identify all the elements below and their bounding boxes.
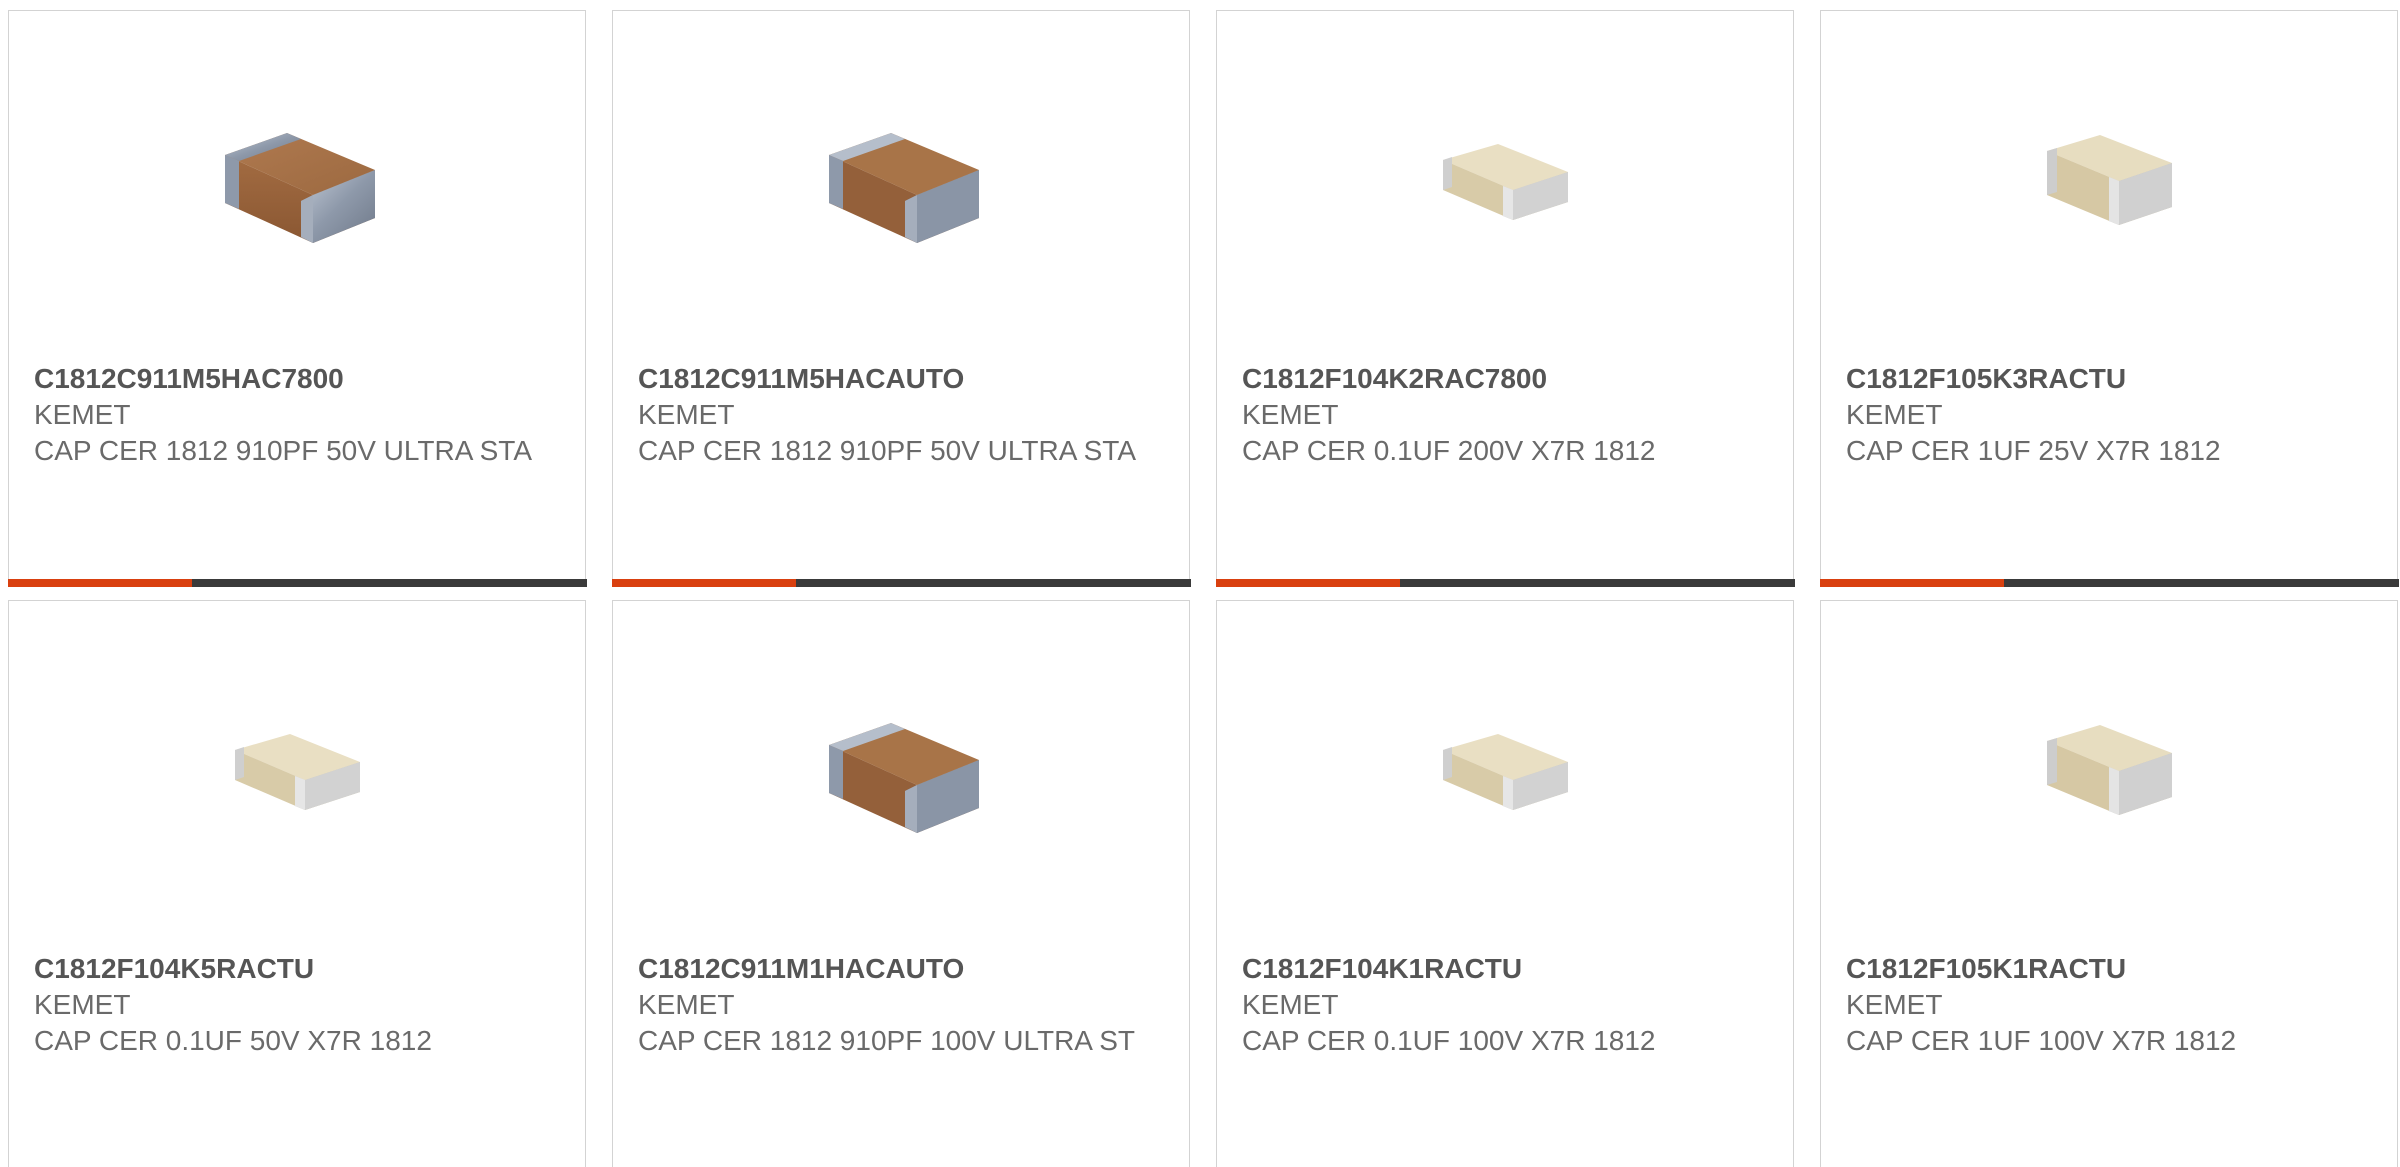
product-card[interactable]: C1812C911M5HAC7800 KEMET CAP CER 1812 91… xyxy=(7,10,587,587)
capacitor-beige-image xyxy=(2006,84,2208,286)
card-accent xyxy=(7,578,192,587)
capacitor-brown-image xyxy=(798,84,1000,286)
card-accent-bar xyxy=(7,578,587,587)
capacitor-beige-image xyxy=(1402,84,1604,286)
card-accent xyxy=(611,578,796,587)
capacitor-beige-image xyxy=(1402,674,1604,876)
manufacturer: KEMET xyxy=(1846,399,1943,430)
description: CAP CER 1UF 100V X7R 1812 xyxy=(1846,1025,2237,1056)
capacitor-beige-image xyxy=(2006,674,2208,876)
card-accent xyxy=(1215,578,1400,587)
capacitor-beige-image xyxy=(194,674,396,876)
description: CAP CER 1812 910PF 50V ULTRA STA xyxy=(638,435,1137,466)
product-card[interactable]: C1812C911M5HACAUTO KEMET CAP CER 1812 91… xyxy=(611,10,1191,587)
product-grid: C1812C911M5HAC7800 KEMET CAP CER 1812 91… xyxy=(0,0,2400,1167)
product-card[interactable]: C1812F104K1RACTU KEMET CAP CER 0.1UF 100… xyxy=(1216,600,1794,1167)
part-number[interactable]: C1812C911M5HACAUTO xyxy=(638,361,1169,397)
part-number[interactable]: C1812C911M1HACAUTO xyxy=(638,951,1169,987)
product-card[interactable]: C1812F105K1RACTU KEMET CAP CER 1UF 100V … xyxy=(1820,600,2398,1167)
product-card[interactable]: C1812F104K5RACTU KEMET CAP CER 0.1UF 50V… xyxy=(8,600,586,1167)
product-card[interactable]: C1812C911M1HACAUTO KEMET CAP CER 1812 91… xyxy=(612,600,1190,1167)
manufacturer: KEMET xyxy=(34,989,131,1020)
description: CAP CER 1UF 25V X7R 1812 xyxy=(1846,435,2221,466)
product-card[interactable]: C1812F104K2RAC7800 KEMET CAP CER 0.1UF 2… xyxy=(1215,10,1795,587)
part-number[interactable]: C1812F104K2RAC7800 xyxy=(1242,361,1773,397)
manufacturer: KEMET xyxy=(1242,399,1339,430)
manufacturer: KEMET xyxy=(34,399,131,430)
manufacturer: KEMET xyxy=(638,399,735,430)
manufacturer: KEMET xyxy=(1242,989,1339,1020)
part-number[interactable]: C1812F105K3RACTU xyxy=(1846,361,2377,397)
product-card[interactable]: C1812F105K3RACTU KEMET CAP CER 1UF 25V X… xyxy=(1819,10,2399,587)
description: CAP CER 0.1UF 100V X7R 1812 xyxy=(1242,1025,1656,1056)
card-accent-bar xyxy=(1215,578,1795,587)
manufacturer: KEMET xyxy=(1846,989,1943,1020)
description: CAP CER 0.1UF 200V X7R 1812 xyxy=(1242,435,1656,466)
part-number[interactable]: C1812F105K1RACTU xyxy=(1846,951,2377,987)
card-accent-bar xyxy=(611,578,1191,587)
manufacturer: KEMET xyxy=(638,989,735,1020)
description: CAP CER 1812 910PF 50V ULTRA STA xyxy=(34,435,533,466)
description: CAP CER 0.1UF 50V X7R 1812 xyxy=(34,1025,432,1056)
capacitor-brown-image xyxy=(798,674,1000,876)
part-number[interactable]: C1812F104K1RACTU xyxy=(1242,951,1773,987)
card-accent xyxy=(1819,578,2004,587)
capacitor-brown-image xyxy=(194,84,396,286)
part-number[interactable]: C1812C911M5HAC7800 xyxy=(34,361,565,397)
card-accent-bar xyxy=(1819,578,2399,587)
description: CAP CER 1812 910PF 100V ULTRA ST xyxy=(638,1025,1135,1056)
part-number[interactable]: C1812F104K5RACTU xyxy=(34,951,565,987)
